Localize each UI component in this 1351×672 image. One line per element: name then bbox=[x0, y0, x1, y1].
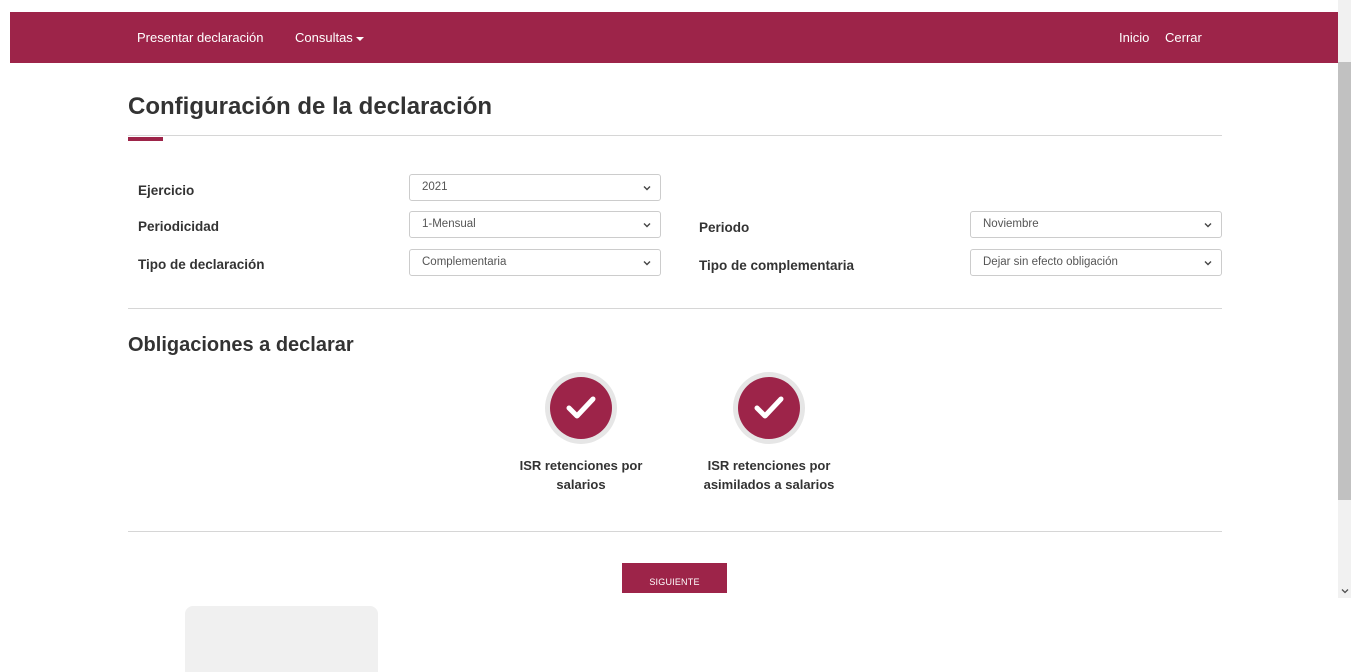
obligation-card-isr-salarios[interactable]: ISR retenciones por salarios bbox=[496, 372, 666, 494]
ejercicio-value: 2021 bbox=[422, 181, 448, 193]
periodicidad-label: Periodicidad bbox=[138, 219, 220, 234]
tipo-declaracion-label: Tipo de declaración bbox=[138, 257, 265, 272]
obligation-label-line2: asimilados a salarios bbox=[703, 477, 835, 492]
periodo-value: Noviembre bbox=[983, 218, 1039, 230]
periodicidad-select[interactable]: 1-Mensual bbox=[409, 211, 661, 238]
obligation-label-line2: salarios bbox=[556, 477, 606, 492]
obligation-label-line1: ISR retenciones por bbox=[519, 458, 643, 473]
chevron-down-icon bbox=[643, 223, 651, 228]
chevron-down-icon bbox=[1204, 223, 1212, 228]
obligation-card-isr-asimilados[interactable]: ISR retenciones por asimilados a salario… bbox=[684, 372, 854, 494]
ejercicio-label: Ejercicio bbox=[138, 183, 195, 198]
obligations-divider bbox=[128, 531, 1222, 532]
page-title: Configuración de la declaración bbox=[128, 93, 493, 120]
tipo-declaracion-select[interactable]: Complementaria bbox=[409, 249, 661, 276]
obligation-toggle[interactable] bbox=[545, 372, 617, 444]
caret-down-icon bbox=[355, 36, 364, 41]
app-viewport: Presentar declaración Consultas Inicio C… bbox=[0, 0, 1338, 598]
siguiente-button[interactable]: SIGUIENTE bbox=[622, 563, 727, 593]
tipo-complementaria-select[interactable]: Dejar sin efecto obligación bbox=[970, 249, 1222, 276]
obligation-toggle[interactable] bbox=[733, 372, 805, 444]
obligation-label-line1: ISR retenciones por bbox=[707, 458, 831, 473]
obligation-selected-indicator bbox=[550, 377, 612, 439]
title-accent-bar bbox=[128, 137, 163, 141]
chevron-down-icon bbox=[1204, 261, 1212, 266]
obligation-label: ISR retenciones por salarios bbox=[496, 456, 666, 494]
nav-presentar-declaracion[interactable]: Presentar declaración bbox=[137, 30, 263, 46]
scroll-down-arrow-icon[interactable] bbox=[1341, 587, 1349, 595]
chevron-down-icon bbox=[643, 186, 651, 191]
periodo-label: Periodo bbox=[699, 220, 750, 235]
nav-cerrar[interactable]: Cerrar bbox=[1165, 30, 1202, 46]
tipo-declaracion-value: Complementaria bbox=[422, 256, 507, 268]
top-navbar: Presentar declaración Consultas Inicio C… bbox=[10, 12, 1338, 63]
tipo-complementaria-value: Dejar sin efecto obligación bbox=[983, 256, 1118, 268]
check-icon bbox=[754, 396, 784, 419]
nav-consultas-label: Consultas bbox=[295, 30, 353, 45]
obligation-label: ISR retenciones por asimilados a salario… bbox=[684, 456, 854, 494]
form-divider bbox=[128, 308, 1222, 309]
obligation-selected-indicator bbox=[738, 377, 800, 439]
title-divider bbox=[128, 135, 1222, 136]
ejercicio-select[interactable]: 2021 bbox=[409, 174, 661, 201]
chevron-down-icon bbox=[643, 261, 651, 266]
floating-panel bbox=[185, 606, 378, 672]
obligaciones-title: Obligaciones a declarar bbox=[128, 334, 354, 356]
scrollbar-thumb[interactable] bbox=[1338, 62, 1351, 500]
tipo-complementaria-label: Tipo de complementaria bbox=[699, 258, 855, 273]
periodicidad-value: 1-Mensual bbox=[422, 218, 476, 230]
nav-inicio[interactable]: Inicio bbox=[1119, 30, 1149, 46]
check-icon bbox=[566, 396, 596, 419]
periodo-select[interactable]: Noviembre bbox=[970, 211, 1222, 238]
nav-consultas-dropdown[interactable]: Consultas bbox=[295, 30, 364, 46]
